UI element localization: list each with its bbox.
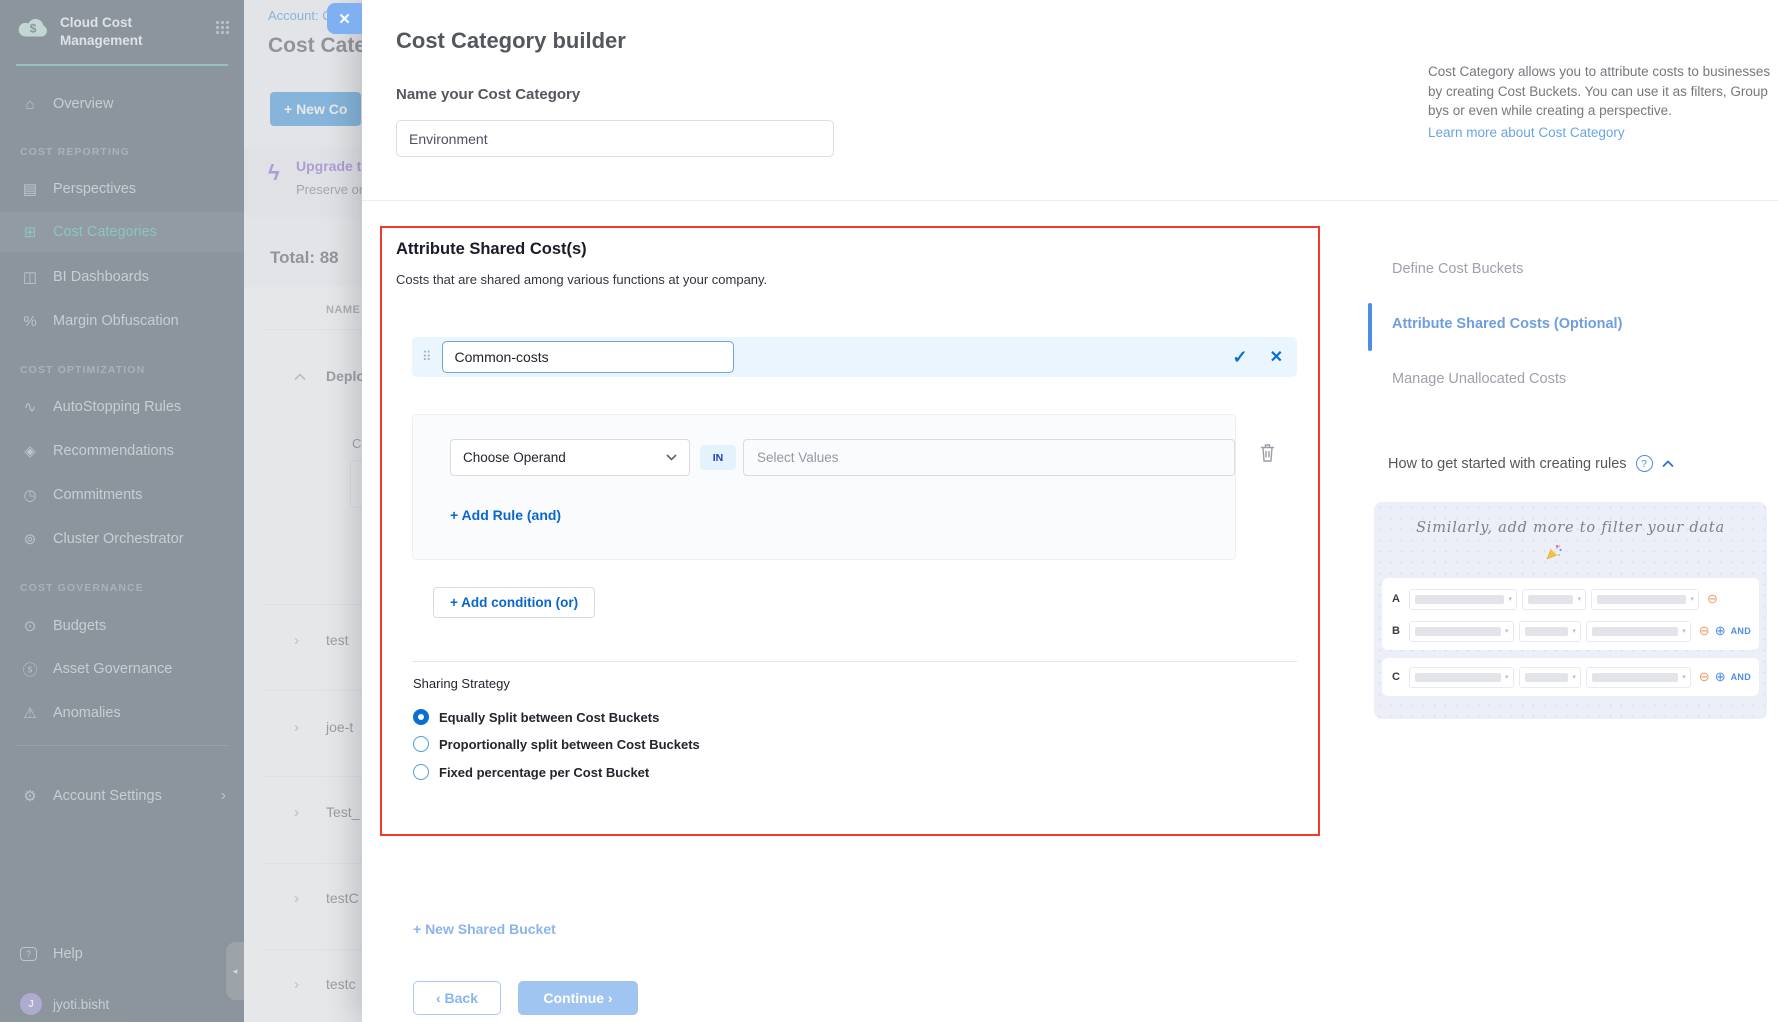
section-divider	[362, 200, 1778, 201]
illustration-card-ab: A ▾ ▾ ▾ ⊖ B ▾ ▾ ▾ ⊖ ⊕ AND	[1382, 578, 1759, 650]
name-category-label: Name your Cost Category	[396, 86, 580, 103]
illustration-row-b: B ▾ ▾ ▾ ⊖ ⊕ AND	[1382, 618, 1759, 644]
rules-illustration-panel: Similarly, add more to filter your data …	[1374, 502, 1767, 719]
illustration-row-c: C ▾ ▾ ▾ ⊖ ⊕ AND	[1382, 664, 1759, 690]
sharing-strategy-label: Sharing Strategy	[413, 676, 510, 691]
caret-down-icon: ▾	[1577, 595, 1581, 603]
caret-down-icon: ▾	[1572, 627, 1576, 635]
confirm-check-icon[interactable]: ✓	[1233, 347, 1248, 368]
caret-down-icon: ▾	[1505, 627, 1509, 635]
new-shared-bucket-link[interactable]: + New Shared Bucket	[413, 921, 556, 937]
radio-icon[interactable]	[413, 736, 429, 752]
continue-button[interactable]: Continue ›	[518, 981, 638, 1015]
modal-title: Cost Category builder	[396, 28, 626, 54]
strategy-divider	[412, 661, 1297, 662]
rule-card: Choose Operand IN + Add Rule (and)	[412, 414, 1236, 560]
active-step-indicator	[1368, 303, 1372, 351]
caret-down-icon: ▾	[1508, 595, 1512, 603]
strategy-option-equal[interactable]: Equally Split between Cost Buckets	[413, 709, 659, 725]
radio-icon[interactable]	[413, 764, 429, 780]
minus-circle-icon: ⊖	[1699, 623, 1710, 639]
cost-category-name-input[interactable]	[396, 120, 834, 157]
select-values-input[interactable]	[743, 439, 1235, 476]
cost-category-builder-modal: ✕ Cost Category builder Cost Category al…	[362, 0, 1778, 1022]
radio-selected-icon[interactable]	[413, 709, 429, 725]
strategy-option-fixed[interactable]: Fixed percentage per Cost Bucket	[413, 764, 649, 780]
caret-down-icon: ▾	[1682, 673, 1686, 681]
illustration-card-c: C ▾ ▾ ▾ ⊖ ⊕ AND	[1382, 658, 1759, 696]
chevron-up-icon	[1662, 460, 1674, 468]
cost-category-info: Cost Category allows you to attribute co…	[1428, 62, 1774, 142]
step-attribute-shared-costs[interactable]: Attribute Shared Costs (Optional)	[1392, 316, 1622, 332]
plus-circle-icon: ⊕	[1715, 669, 1726, 685]
bucket-name-input[interactable]	[442, 341, 734, 373]
caret-down-icon: ▾	[1682, 627, 1686, 635]
step-manage-unallocated-costs[interactable]: Manage Unallocated Costs	[1392, 371, 1566, 387]
illustration-row-a: A ▾ ▾ ▾ ⊖	[1382, 586, 1759, 612]
illustration-note: Similarly, add more to filter your data	[1374, 520, 1767, 536]
strategy-option-proportional[interactable]: Proportionally split between Cost Bucket…	[413, 736, 700, 752]
caret-down-icon: ▾	[1572, 673, 1576, 681]
step-define-cost-buckets[interactable]: Define Cost Buckets	[1392, 261, 1523, 277]
plus-circle-icon: ⊕	[1715, 623, 1726, 639]
cancel-x-icon[interactable]: ✕	[1270, 347, 1283, 367]
screen: $ Cloud Cost Management ⌂ Overview COST …	[0, 0, 1778, 1022]
shared-costs-description: Costs that are shared among various func…	[396, 272, 767, 287]
delete-rule-trash-icon[interactable]	[1258, 442, 1277, 468]
learn-more-link[interactable]: Learn more about Cost Category	[1428, 123, 1625, 143]
minus-circle-icon: ⊖	[1707, 591, 1718, 607]
minus-circle-icon: ⊖	[1699, 669, 1710, 685]
howto-toggle[interactable]: How to get started with creating rules ?	[1388, 455, 1674, 472]
shared-bucket-row: ⠿ ✓ ✕	[412, 337, 1297, 377]
caret-down-icon: ▾	[1505, 673, 1509, 681]
party-popper-emoji	[1544, 542, 1564, 567]
drag-handle-icon[interactable]: ⠿	[422, 349, 432, 365]
shared-costs-heading: Attribute Shared Cost(s)	[396, 240, 587, 259]
close-icon[interactable]: ✕	[327, 3, 362, 34]
operand-select[interactable]: Choose Operand	[450, 439, 690, 476]
add-condition-button[interactable]: + Add condition (or)	[433, 587, 595, 618]
back-button[interactable]: ‹ Back	[413, 981, 501, 1015]
chevron-down-icon	[666, 454, 677, 461]
question-circle-icon: ?	[1636, 455, 1653, 472]
operator-badge: IN	[700, 445, 736, 470]
caret-down-icon: ▾	[1690, 595, 1694, 603]
add-rule-link[interactable]: + Add Rule (and)	[450, 507, 561, 523]
